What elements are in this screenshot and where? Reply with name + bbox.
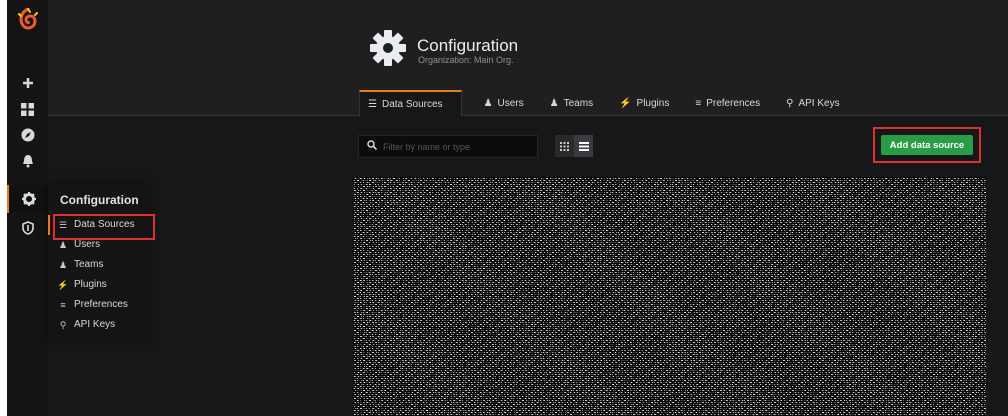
database-icon: ☰ (58, 220, 68, 230)
plug-icon: ⚡ (57, 280, 69, 290)
sliders-icon: ≡ (60, 300, 66, 310)
explore-icon[interactable] (7, 122, 48, 148)
page-subtitle: Organization: Main Org. (418, 55, 514, 65)
tab-label: Users (497, 97, 524, 109)
tab-preferences[interactable]: ≡ Preferences (687, 90, 778, 116)
add-data-source-button[interactable]: Add data source (881, 135, 973, 155)
tab-label: Data Sources (381, 98, 443, 110)
tab-label: Teams (563, 97, 594, 109)
flyout-item-teams[interactable]: ♟ Teams (48, 255, 148, 275)
flyout-header[interactable]: Configuration (48, 185, 148, 215)
filter-box (358, 135, 538, 158)
key-icon: ⚲ (59, 320, 67, 330)
dashboards-icon[interactable] (7, 96, 48, 122)
users-icon: ♟ (58, 260, 68, 270)
grafana-logo-icon[interactable] (7, 4, 48, 34)
users-icon: ♟ (549, 97, 559, 109)
tab-label: Plugins (636, 97, 670, 109)
tab-api-keys[interactable]: ⚲ API Keys (778, 90, 857, 116)
flyout-item-users[interactable]: ♟ Users (48, 235, 148, 255)
tab-data-sources[interactable]: ☰ Data Sources (359, 90, 462, 116)
flyout-item-label: Preferences (74, 299, 128, 310)
page-header: Configuration Organization: Main Org. ☰ … (48, 0, 1008, 116)
flyout-item-label: Plugins (74, 279, 107, 290)
flyout-item-preferences[interactable]: ≡ Preferences (48, 295, 148, 315)
database-icon: ☰ (368, 98, 377, 110)
shield-icon[interactable] (7, 215, 48, 241)
tab-teams[interactable]: ♟ Teams (542, 90, 611, 116)
flyout-item-label: Teams (74, 259, 104, 270)
flyout-item-label: Users (74, 239, 101, 250)
user-icon: ♟ (483, 97, 493, 109)
redacted-data-source-list (353, 177, 986, 416)
gear-icon (368, 28, 408, 68)
config-tabs: ☰ Data Sources ♟ Users ♟ Teams ⚡ Plugins… (359, 90, 858, 116)
plus-icon[interactable] (7, 70, 48, 96)
grid-view-icon[interactable] (555, 135, 574, 157)
page-title: Configuration (417, 36, 519, 55)
flyout-item-plugins[interactable]: ⚡ Plugins (48, 275, 148, 295)
tab-label: Preferences (706, 97, 761, 109)
search-icon (367, 140, 378, 153)
flyout-item-data-sources[interactable]: ☰ Data Sources (48, 215, 148, 235)
tab-plugins[interactable]: ⚡ Plugins (611, 90, 687, 116)
bell-icon[interactable] (7, 148, 48, 174)
gear-icon[interactable] (7, 185, 48, 213)
flyout-item-label: API Keys (74, 319, 116, 330)
list-view-icon[interactable] (574, 135, 593, 157)
sidemenu (7, 0, 48, 416)
search-input[interactable] (383, 141, 533, 152)
plug-icon: ⚡ (619, 97, 632, 109)
grafana-app: Configuration ☰ Data Sources ♟ Users ♟ T… (7, 0, 1008, 416)
flyout-item-api-keys[interactable]: ⚲ API Keys (48, 315, 148, 335)
tab-label: API Keys (798, 97, 840, 109)
key-icon: ⚲ (786, 97, 794, 109)
configuration-flyout-menu: Configuration ☰ Data Sources ♟ Users ♟ T… (48, 185, 148, 340)
sliders-icon: ≡ (695, 97, 702, 109)
flyout-item-label: Data Sources (74, 219, 135, 230)
view-mode-toggle (555, 135, 593, 157)
tab-users[interactable]: ♟ Users (476, 90, 542, 116)
user-icon: ♟ (58, 240, 68, 250)
